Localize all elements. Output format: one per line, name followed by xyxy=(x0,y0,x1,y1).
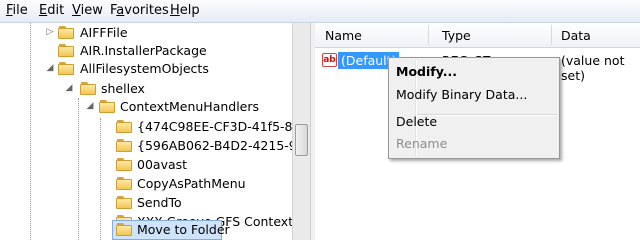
tree-node-label: shellex xyxy=(101,81,145,96)
column-header-data[interactable]: Data xyxy=(561,28,591,43)
tree-node-label: {474C98EE-CF3D-41f5-80E3-4A xyxy=(137,119,310,134)
menu-item-modify-binary[interactable]: Modify Binary Data... xyxy=(396,85,527,105)
folder-icon xyxy=(58,26,74,39)
column-divider[interactable] xyxy=(551,25,552,45)
folder-icon xyxy=(116,196,132,209)
menu-bar: File Edit View Favorites Help xyxy=(0,0,640,23)
collapse-arrow-icon[interactable]: ◢ xyxy=(45,58,55,78)
tree-node[interactable]: ◢ AllFilesystemObjects xyxy=(0,59,292,79)
tree-scrollbar[interactable] xyxy=(292,23,310,240)
column-header-name[interactable]: Name xyxy=(325,28,362,43)
tree-node[interactable]: 00avast xyxy=(0,155,292,175)
tree-node[interactable]: ◢ ContextMenuHandlers xyxy=(0,97,292,117)
tree-node[interactable]: SendTo xyxy=(0,193,292,213)
tree-node[interactable]: {474C98EE-CF3D-41f5-80E3-4A xyxy=(0,117,310,137)
column-header-type[interactable]: Type xyxy=(442,28,471,43)
menu-item-rename: Rename xyxy=(396,136,448,151)
list-header: Name Type Data xyxy=(315,23,640,48)
tree-node-label: Move to Folder xyxy=(137,222,230,237)
tree-node[interactable]: {596AB062-B4D2-4215-9F74-E9 xyxy=(0,136,310,156)
tree-node[interactable]: AIR.InstallerPackage xyxy=(0,41,292,61)
folder-icon xyxy=(116,120,132,133)
tree-node-label: AIR.InstallerPackage xyxy=(80,43,207,58)
collapse-arrow-icon[interactable]: ◢ xyxy=(85,96,95,116)
folder-icon xyxy=(116,158,132,171)
registry-tree[interactable]: ▷ AIFFFile AIR.InstallerPackage ◢ AllFil… xyxy=(0,23,310,240)
value-data: (value not set) xyxy=(561,53,625,83)
menu-edit[interactable]: Edit xyxy=(39,3,64,18)
scrollbar-thumb[interactable] xyxy=(295,124,308,156)
context-menu: Modify... Modify Binary Data... Delete R… xyxy=(388,57,560,159)
tree-node-label: 00avast xyxy=(137,157,188,172)
folder-open-icon xyxy=(80,82,96,95)
folder-open-icon xyxy=(99,100,115,113)
menu-favorites[interactable]: Favorites xyxy=(110,3,169,18)
tree-node-label: AllFilesystemObjects xyxy=(80,61,209,76)
tree-node[interactable]: ▷ AIFFFile xyxy=(0,23,292,43)
tree-node[interactable]: ◢ shellex xyxy=(0,79,292,99)
folder-icon xyxy=(116,139,132,152)
folder-icon xyxy=(116,177,132,190)
tree-node-label: ContextMenuHandlers xyxy=(120,99,260,114)
string-value-icon: ab xyxy=(322,53,337,67)
tree-node-label: {596AB062-B4D2-4215-9F74-E9 xyxy=(137,138,310,153)
menu-separator xyxy=(417,114,557,116)
menu-view[interactable]: View xyxy=(72,3,103,18)
tree-node-label: AIFFFile xyxy=(80,25,128,40)
menu-file[interactable]: File xyxy=(6,3,28,18)
expand-arrow-icon[interactable]: ▷ xyxy=(45,23,55,42)
tree-node-label: SendTo xyxy=(137,195,182,210)
menu-item-modify[interactable]: Modify... xyxy=(396,62,457,82)
folder-open-icon xyxy=(58,62,74,75)
tree-node-label: CopyAsPathMenu xyxy=(137,176,246,191)
folder-icon xyxy=(116,223,132,236)
folder-icon xyxy=(58,44,74,57)
menu-help[interactable]: Help xyxy=(170,3,200,18)
menu-item-delete[interactable]: Delete xyxy=(396,112,437,132)
collapse-arrow-icon[interactable]: ◢ xyxy=(64,78,74,98)
tree-node[interactable]: CopyAsPathMenu xyxy=(0,174,292,194)
column-divider[interactable] xyxy=(428,25,429,45)
tree-node-selected[interactable]: Move to Folder xyxy=(112,220,230,240)
